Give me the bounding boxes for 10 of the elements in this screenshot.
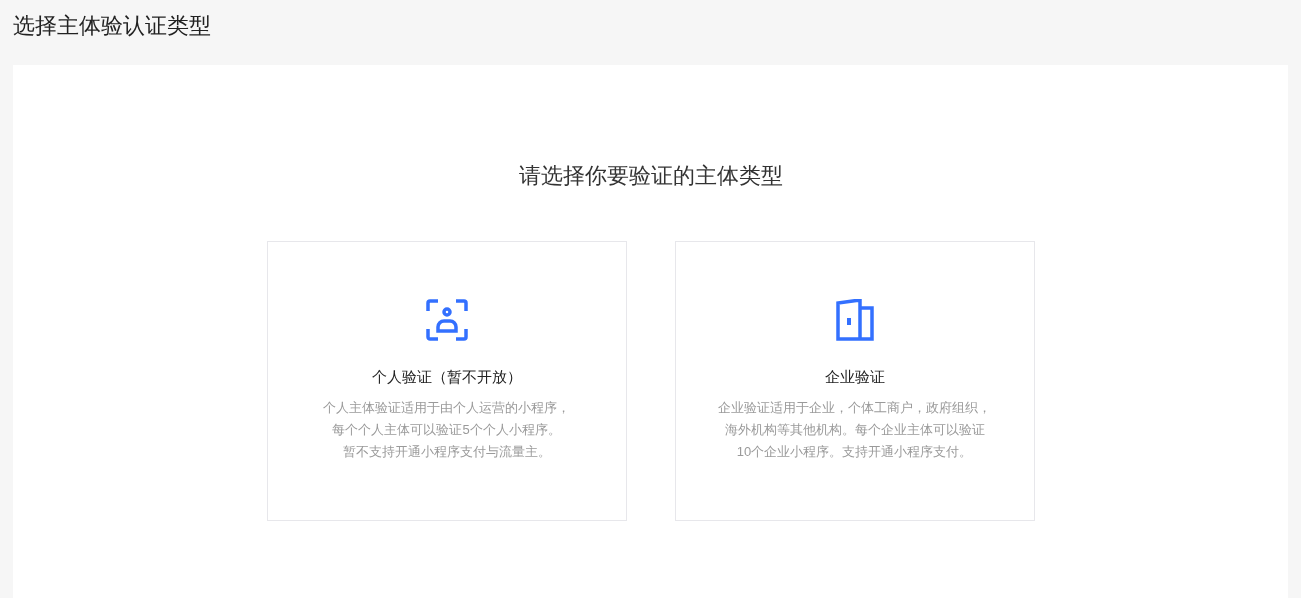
card-title: 企业验证 [824,367,885,387]
building-icon [835,299,874,341]
card-description: 个人主体验证适用于由个人运营的小程序， 每个个人主体可以验证5个个人小程序。 暂不支持开通小程序支付与流量主。 [323,399,570,461]
verification-card[interactable]: 企业验证 企业验证适用于企业，个体工商户，政府组织， 海外机构等其他机构。每个企业主体可以验证 10个企业小程序。支持开通小程序支付。 [674,241,1035,521]
person-scan-icon [425,299,468,341]
card-description: 企业验证适用于企业，个体工商户，政府组织， 海外机构等其他机构。每个企业主体可以验证 10个企业小程序。支持开通小程序支付。 [718,399,991,461]
section-heading: 请选择你要验证的主体类型 [518,162,783,190]
page-title: 选择主体验认证类型 [13,15,211,37]
card-title: 个人验证（暂不开放） [371,367,522,387]
verification-card[interactable]: 个人验证（暂不开放） 个人主体验证适用于由个人运营的小程序， 每个个人主体可以验证5个个人小程序。 暂不支持开通小程序支付与流量主。 [266,241,627,521]
